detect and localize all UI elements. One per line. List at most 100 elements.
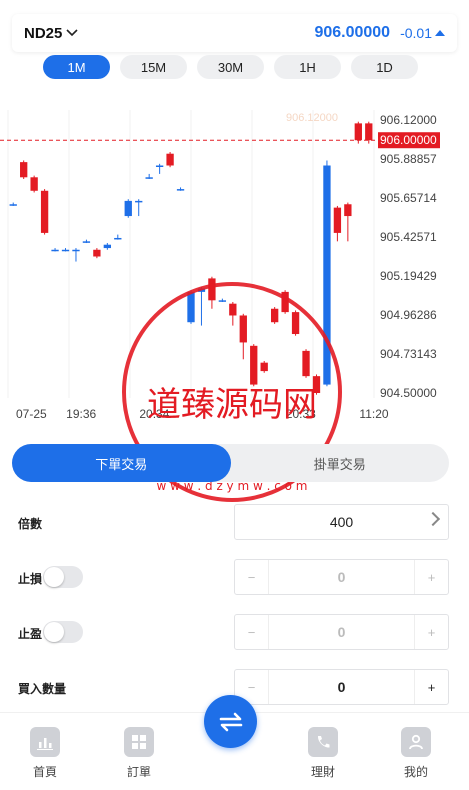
candle-body: [291, 312, 300, 335]
y-tick-label: 904.96286: [380, 308, 437, 322]
leverage-label: 倍數: [18, 517, 43, 531]
trade-type-tabs: 下單交易 掛單交易: [12, 444, 449, 482]
candle-body: [218, 300, 227, 302]
stop-loss-row: 止損 − 0 +: [0, 559, 469, 597]
y-tick-label: 904.50000: [380, 386, 437, 400]
candle-body: [270, 308, 279, 323]
take-profit-toggle[interactable]: [43, 621, 83, 643]
leverage-select[interactable]: 400: [234, 504, 449, 540]
quantity-stepper: − 0 +: [234, 669, 449, 705]
candle-body: [229, 303, 237, 316]
price-change-value: -0.01: [400, 25, 432, 41]
candle-body: [166, 153, 174, 166]
chevron-right-icon: [425, 511, 441, 527]
candle-body: [82, 241, 91, 243]
nav-wealth[interactable]: 理財: [293, 727, 353, 780]
interval-30m[interactable]: 30M: [197, 55, 264, 79]
chevron-down-icon: [66, 26, 78, 40]
faded-price-label: 906.12000: [286, 112, 338, 124]
candle-body: [250, 345, 258, 385]
stop-loss-input[interactable]: 0: [269, 560, 414, 594]
interval-1m[interactable]: 1M: [43, 55, 110, 79]
candle-body: [333, 207, 342, 233]
quote-header: ND25 906.00000 -0.01: [12, 14, 457, 52]
symbol-selector[interactable]: ND25: [24, 25, 78, 42]
candlestick-chart[interactable]: 906.12000 905.88857 905.65714 905.42571 905.…: [0, 95, 469, 430]
candle-body: [302, 350, 310, 377]
symbol-label: ND25: [24, 24, 63, 42]
nav-mine-label: 我的: [403, 765, 428, 779]
x-tick-label: 11:20: [359, 407, 388, 421]
candle-body: [197, 288, 206, 292]
y-tick-label: 906.12000: [380, 113, 437, 127]
x-tick-label: 07-25: [16, 407, 47, 421]
leverage-row: 倍數 400: [0, 504, 469, 542]
triangle-up-icon: [435, 30, 445, 36]
quantity-plus-button[interactable]: +: [414, 670, 448, 704]
nav-home[interactable]: 首頁: [15, 727, 75, 780]
interval-1d[interactable]: 1D: [351, 55, 418, 79]
candle-body: [114, 237, 122, 240]
current-price-label: 906.00000: [380, 133, 437, 147]
x-tick-label: 20:34: [139, 407, 169, 421]
y-tick-label: 905.42571: [380, 230, 437, 244]
price-change: -0.01: [400, 25, 445, 41]
user-icon: [401, 727, 431, 757]
candle-body: [281, 291, 289, 313]
quantity-label: 買入數量: [18, 682, 67, 696]
x-tick-label: 20:33: [286, 407, 316, 421]
stop-loss-toggle[interactable]: [43, 566, 83, 588]
candle-body: [145, 177, 153, 179]
leverage-value: 400: [329, 514, 354, 530]
interval-15m[interactable]: 15M: [120, 55, 187, 79]
nav-home-label: 首頁: [32, 765, 57, 779]
stop-loss-plus-button[interactable]: +: [414, 560, 448, 594]
take-profit-minus-button[interactable]: −: [235, 615, 269, 649]
candle-body: [124, 200, 132, 217]
stop-loss-label: 止損: [18, 572, 43, 586]
phone-icon: [308, 727, 338, 757]
interval-1h[interactable]: 1H: [274, 55, 341, 79]
nav-orders[interactable]: 訂單: [109, 727, 169, 780]
candle-body: [93, 249, 101, 257]
candle-body: [20, 162, 28, 178]
take-profit-row: 止盈 − 0 +: [0, 614, 469, 652]
tab-limit-order[interactable]: 掛單交易: [231, 444, 450, 482]
take-profit-label: 止盈: [18, 627, 43, 641]
candle-body: [135, 200, 143, 203]
candle-body: [155, 165, 164, 167]
take-profit-input[interactable]: 0: [269, 615, 414, 649]
candle-body: [260, 362, 268, 372]
nav-mine[interactable]: 我的: [386, 727, 446, 780]
candle-body: [365, 123, 373, 141]
candle-body: [239, 315, 247, 343]
y-tick-label: 905.88857: [380, 152, 437, 166]
candle-body: [72, 249, 80, 252]
last-price: 906.00000: [314, 24, 391, 41]
candle-body: [187, 291, 195, 323]
candle-body: [312, 376, 321, 393]
tab-market-order[interactable]: 下單交易: [12, 444, 231, 482]
nav-wealth-label: 理財: [310, 765, 335, 779]
y-tick-label: 905.19429: [380, 269, 437, 283]
take-profit-stepper: − 0 +: [234, 614, 449, 650]
candle-body: [40, 190, 49, 233]
trade-swap-button[interactable]: [204, 695, 257, 748]
app-root: ND25 906.00000 -0.01 1M 15M 30M 1H 1D 90…: [0, 0, 469, 790]
chart-bars-icon: [30, 727, 60, 757]
y-tick-label: 904.73143: [380, 347, 437, 361]
candle-body: [323, 165, 331, 385]
candle-body: [354, 123, 362, 141]
grid-icon: [124, 727, 154, 757]
y-tick-label: 905.65714: [380, 191, 437, 205]
nav-orders-label: 訂單: [126, 765, 151, 779]
x-tick-label: 19:36: [66, 407, 96, 421]
quantity-input[interactable]: 0: [269, 670, 414, 704]
stop-loss-minus-button[interactable]: −: [235, 560, 269, 594]
interval-selector: 1M 15M 30M 1H 1D: [43, 55, 418, 79]
candle-body: [176, 189, 185, 191]
take-profit-plus-button[interactable]: +: [414, 615, 448, 649]
candle-body: [61, 249, 70, 252]
candle-body: [30, 177, 38, 191]
stop-loss-stepper: − 0 +: [234, 559, 449, 595]
